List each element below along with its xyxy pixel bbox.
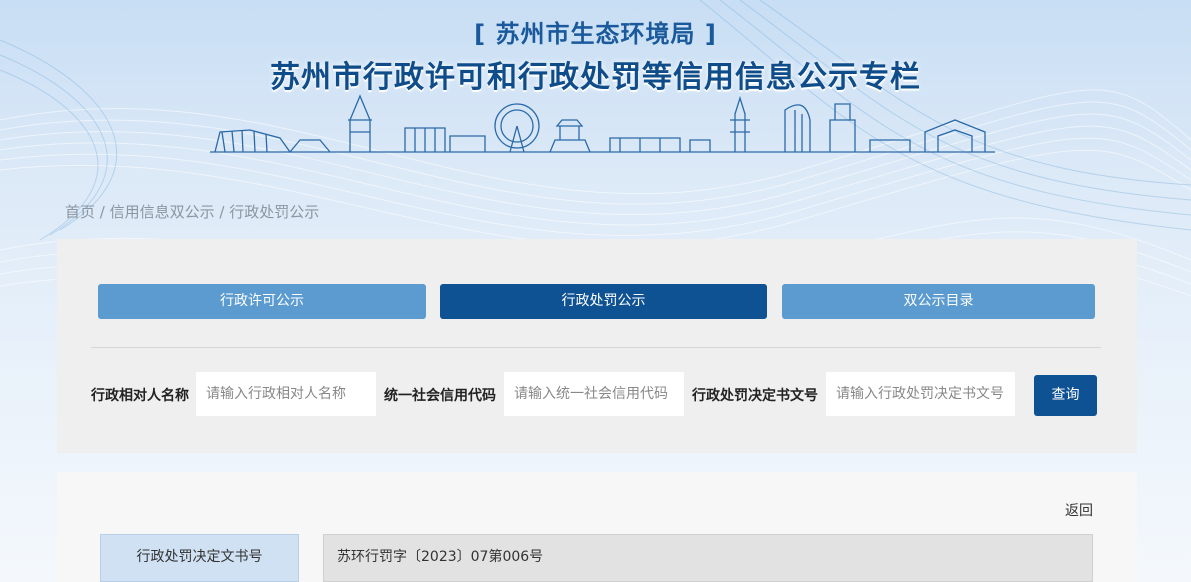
tab-disclosure-catalog[interactable]: 双公示目录 bbox=[782, 284, 1095, 319]
query-button[interactable]: 查询 bbox=[1034, 375, 1097, 416]
name-input[interactable] bbox=[196, 372, 376, 416]
tab-administrative-license[interactable]: 行政许可公示 bbox=[98, 284, 426, 319]
detail-field-label: 行政处罚决定文书号 bbox=[100, 534, 299, 582]
back-link[interactable]: 返回 bbox=[1065, 500, 1093, 520]
credit-code-label: 统一社会信用代码 bbox=[384, 388, 496, 404]
detail-field-value: 苏环行罚字〔2023〕07第006号 bbox=[323, 534, 1093, 582]
breadcrumb-separator: / bbox=[95, 203, 110, 221]
breadcrumb-double-disclosure[interactable]: 信用信息双公示 bbox=[110, 203, 215, 221]
search-panel: 行政许可公示 行政处罚公示 双公示目录 行政相对人名称 统一社会信用代码 行政处… bbox=[57, 239, 1137, 453]
breadcrumb-separator: / bbox=[214, 203, 230, 221]
breadcrumb-current: 行政处罚公示 bbox=[229, 203, 320, 221]
bureau-subtitle: [ 苏州市生态环境局 ] bbox=[474, 20, 717, 48]
city-skyline-icon bbox=[210, 94, 995, 153]
decision-number-input[interactable] bbox=[826, 372, 1015, 416]
credit-code-input[interactable] bbox=[504, 372, 684, 416]
decision-number-label: 行政处罚决定书文号 bbox=[692, 388, 818, 404]
breadcrumb-home[interactable]: 首页 bbox=[65, 203, 95, 221]
detail-panel: 返回 行政处罚决定文书号 苏环行罚字〔2023〕07第006号 bbox=[57, 472, 1137, 582]
name-label: 行政相对人名称 bbox=[91, 388, 189, 404]
divider bbox=[91, 347, 1101, 348]
tab-administrative-penalty[interactable]: 行政处罚公示 bbox=[440, 284, 767, 319]
breadcrumb: 首页 / 信用信息双公示 / 行政处罚公示 bbox=[65, 201, 319, 222]
